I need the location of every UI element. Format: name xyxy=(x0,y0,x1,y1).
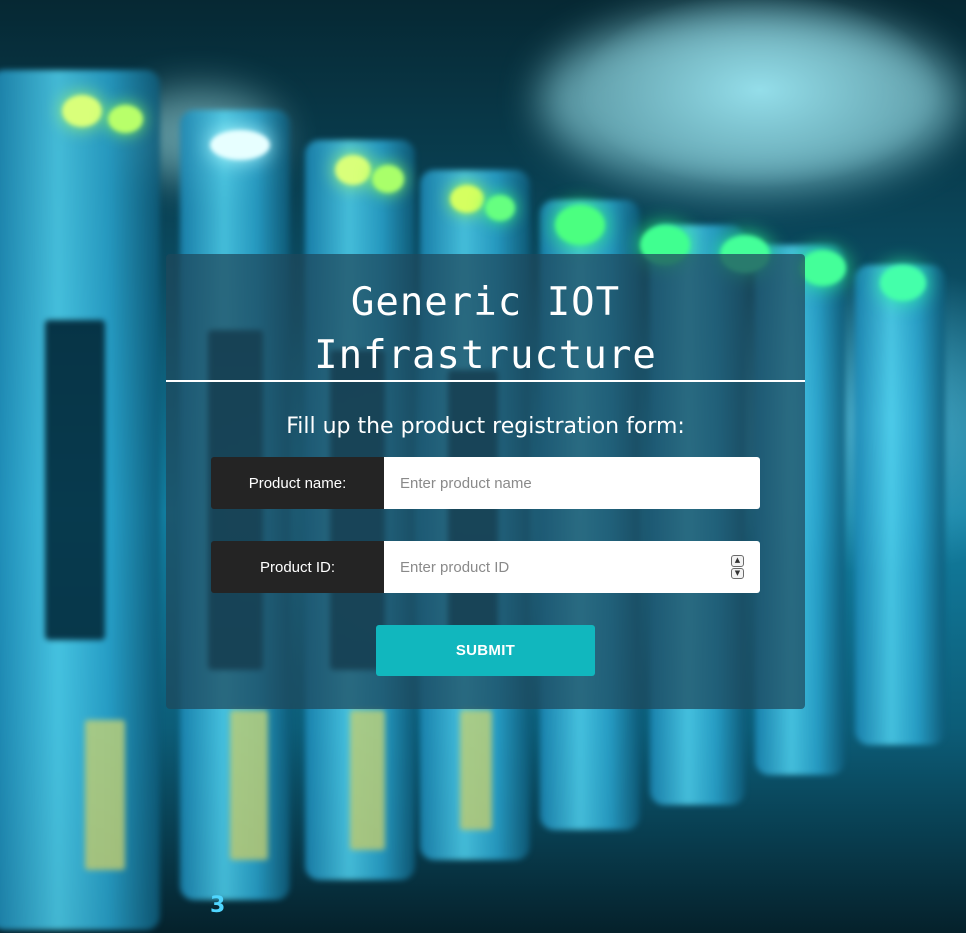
product-name-row: Product name: xyxy=(211,457,760,509)
submit-button[interactable]: SUBMIT xyxy=(376,625,595,676)
rack-number-label: 3 xyxy=(210,893,226,918)
registration-card: Generic IOT Infrastructure Fill up the p… xyxy=(166,254,805,709)
product-id-label: Product ID: xyxy=(211,541,384,593)
page-title: Generic IOT Infrastructure xyxy=(166,254,805,382)
product-id-row: Product ID: ▲ ▼ xyxy=(211,541,760,593)
form-instructions: Fill up the product registration form: xyxy=(286,414,685,439)
title-line-2: Infrastructure xyxy=(314,333,657,378)
product-id-spinner[interactable]: ▲ ▼ xyxy=(731,555,744,579)
product-name-label: Product name: xyxy=(211,457,384,509)
chevron-down-icon[interactable]: ▼ xyxy=(731,567,744,579)
title-divider xyxy=(166,380,805,382)
chevron-up-icon[interactable]: ▲ xyxy=(731,555,744,567)
product-id-input[interactable] xyxy=(384,541,760,593)
product-id-field-wrapper: ▲ ▼ xyxy=(384,541,760,593)
title-line-1: Generic IOT xyxy=(350,280,621,325)
product-name-input[interactable] xyxy=(384,457,760,509)
